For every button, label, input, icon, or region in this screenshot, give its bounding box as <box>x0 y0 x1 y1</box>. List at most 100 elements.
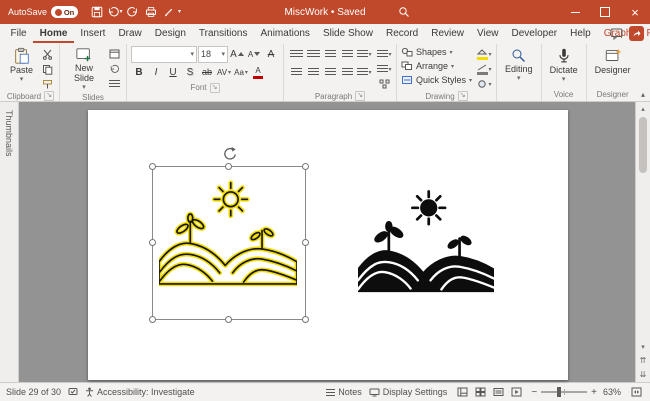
paste-dropdown-icon[interactable]: ▾ <box>20 75 24 85</box>
draw-button[interactable] <box>160 3 177 21</box>
share-button[interactable] <box>629 26 644 41</box>
section-button[interactable] <box>106 77 122 91</box>
format-painter-button[interactable] <box>39 77 55 91</box>
shrink-font-button[interactable]: A <box>246 47 262 61</box>
font-dialog-launcher[interactable]: ↘ <box>210 83 220 93</box>
zoom-out-button[interactable]: − <box>531 387 537 398</box>
slide-show-button[interactable] <box>508 385 524 399</box>
scroll-down-button[interactable]: ▾ <box>637 341 649 353</box>
vertical-scrollbar[interactable]: ▴ ▾ ⇈ ⇊ <box>635 102 650 382</box>
justify-button[interactable] <box>339 65 355 79</box>
resize-handle-se[interactable] <box>302 316 309 323</box>
text-shadow-button[interactable]: S <box>182 65 198 79</box>
tab-animations[interactable]: Animations <box>254 24 316 43</box>
autosave-switch[interactable]: On <box>51 6 78 18</box>
close-button[interactable]: × <box>620 0 650 24</box>
comments-icon[interactable] <box>610 28 623 40</box>
change-case-button[interactable]: Aa▾ <box>233 65 249 79</box>
resize-handle-sw[interactable] <box>149 316 156 323</box>
bold-button[interactable]: B <box>131 65 147 79</box>
farm-illustration-outlined[interactable] <box>159 177 297 297</box>
tab-view[interactable]: View <box>471 24 506 43</box>
font-size-input[interactable]: 18 ▾ <box>198 46 228 63</box>
tab-developer[interactable]: Developer <box>505 24 564 43</box>
tab-transitions[interactable]: Transitions <box>192 24 254 43</box>
shape-effects-button[interactable]: ▾ <box>476 77 492 91</box>
tab-home[interactable]: Home <box>33 24 74 43</box>
zoom-level[interactable]: 63% <box>601 387 621 397</box>
character-spacing-button[interactable]: AV▾ <box>216 65 232 79</box>
fit-to-window-button[interactable] <box>628 385 644 399</box>
slide-layout-button[interactable] <box>106 47 122 61</box>
tab-help[interactable]: Help <box>564 24 598 43</box>
columns-button[interactable]: ▾ <box>356 65 372 79</box>
convert-to-smartart-button[interactable] <box>376 77 392 91</box>
bullets-button[interactable] <box>288 47 304 61</box>
tab-review[interactable]: Review <box>425 24 471 43</box>
new-slide-button[interactable]: New Slide ▾ <box>64 45 104 93</box>
zoom-slider[interactable] <box>541 391 587 393</box>
font-name-input[interactable]: ▾ <box>131 46 197 63</box>
tab-insert[interactable]: Insert <box>74 24 112 43</box>
increase-indent-button[interactable] <box>339 47 355 61</box>
decrease-indent-button[interactable] <box>322 47 338 61</box>
dictate-button[interactable]: Dictate ▾ <box>546 45 582 85</box>
drawing-dialog-launcher[interactable]: ↘ <box>458 91 468 101</box>
paste-button[interactable]: Paste ▾ <box>6 45 37 85</box>
accessibility-checker[interactable]: Accessibility: Investigate <box>85 387 195 397</box>
reading-view-button[interactable] <box>490 385 506 399</box>
numbering-button[interactable] <box>305 47 321 61</box>
align-center-button[interactable] <box>305 65 321 79</box>
shapes-button[interactable]: Shapes ▾ <box>401 45 472 59</box>
arrange-button[interactable]: Arrange ▾ <box>401 59 472 73</box>
slide-counter[interactable]: Slide 29 of 30 <box>6 387 61 397</box>
cut-button[interactable] <box>39 47 55 61</box>
align-right-button[interactable] <box>322 65 338 79</box>
designer-button[interactable]: Designer <box>591 45 635 75</box>
selected-graphic[interactable] <box>152 166 306 320</box>
resize-handle-nw[interactable] <box>149 163 156 170</box>
scroll-up-button[interactable]: ▴ <box>637 103 649 115</box>
clear-formatting-button[interactable]: A <box>263 47 279 61</box>
collapse-ribbon-button[interactable]: ▴ <box>641 90 645 99</box>
scrollbar-thumb[interactable] <box>639 117 647 173</box>
slide-sorter-view-button[interactable] <box>472 385 488 399</box>
tab-design[interactable]: Design <box>148 24 192 43</box>
next-slide-button[interactable]: ⇊ <box>637 367 649 381</box>
thumbnails-pane-collapsed[interactable]: Thumbnails <box>0 102 19 382</box>
resize-handle-w[interactable] <box>149 239 156 246</box>
maximize-button[interactable] <box>590 0 620 24</box>
zoom-in-button[interactable]: + <box>591 387 597 398</box>
quick-print-button[interactable] <box>142 3 159 21</box>
previous-slide-button[interactable]: ⇈ <box>637 353 649 367</box>
paragraph-dialog-launcher[interactable]: ↘ <box>355 91 365 101</box>
tab-record[interactable]: Record <box>379 24 424 43</box>
resize-handle-s[interactable] <box>225 316 232 323</box>
grow-font-button[interactable]: A <box>229 47 245 61</box>
shape-fill-button[interactable]: ▾ <box>476 47 492 61</box>
font-name-dropdown-icon[interactable]: ▾ <box>191 50 195 58</box>
zoom-slider-thumb[interactable] <box>557 387 561 397</box>
slide-canvas[interactable] <box>88 110 568 380</box>
tab-slide-show[interactable]: Slide Show <box>316 24 379 43</box>
reset-slide-button[interactable] <box>106 62 122 76</box>
quick-styles-button[interactable]: Quick Styles ▾ <box>401 73 472 87</box>
tab-draw[interactable]: Draw <box>112 24 148 43</box>
editing-menu-button[interactable]: Editing ▾ <box>501 45 537 84</box>
font-color-button[interactable]: A <box>250 65 266 79</box>
copy-button[interactable] <box>39 62 55 76</box>
text-direction-button[interactable]: ▾ <box>376 47 392 61</box>
font-size-dropdown-icon[interactable]: ▾ <box>222 50 226 58</box>
save-button[interactable] <box>88 3 105 21</box>
shape-outline-button[interactable]: ▾ <box>476 62 492 76</box>
undo-dropdown-icon[interactable]: ▾ <box>120 9 123 15</box>
farm-illustration-solid[interactable] <box>358 186 494 304</box>
resize-handle-ne[interactable] <box>302 163 309 170</box>
normal-view-button[interactable] <box>454 385 470 399</box>
customize-qat-icon[interactable]: ▾ <box>178 9 181 15</box>
align-left-button[interactable] <box>288 65 304 79</box>
notes-button[interactable]: Notes <box>326 387 362 397</box>
spell-check-button[interactable] <box>68 387 78 397</box>
resize-handle-e[interactable] <box>302 239 309 246</box>
undo-button[interactable]: ▾ <box>106 3 123 21</box>
